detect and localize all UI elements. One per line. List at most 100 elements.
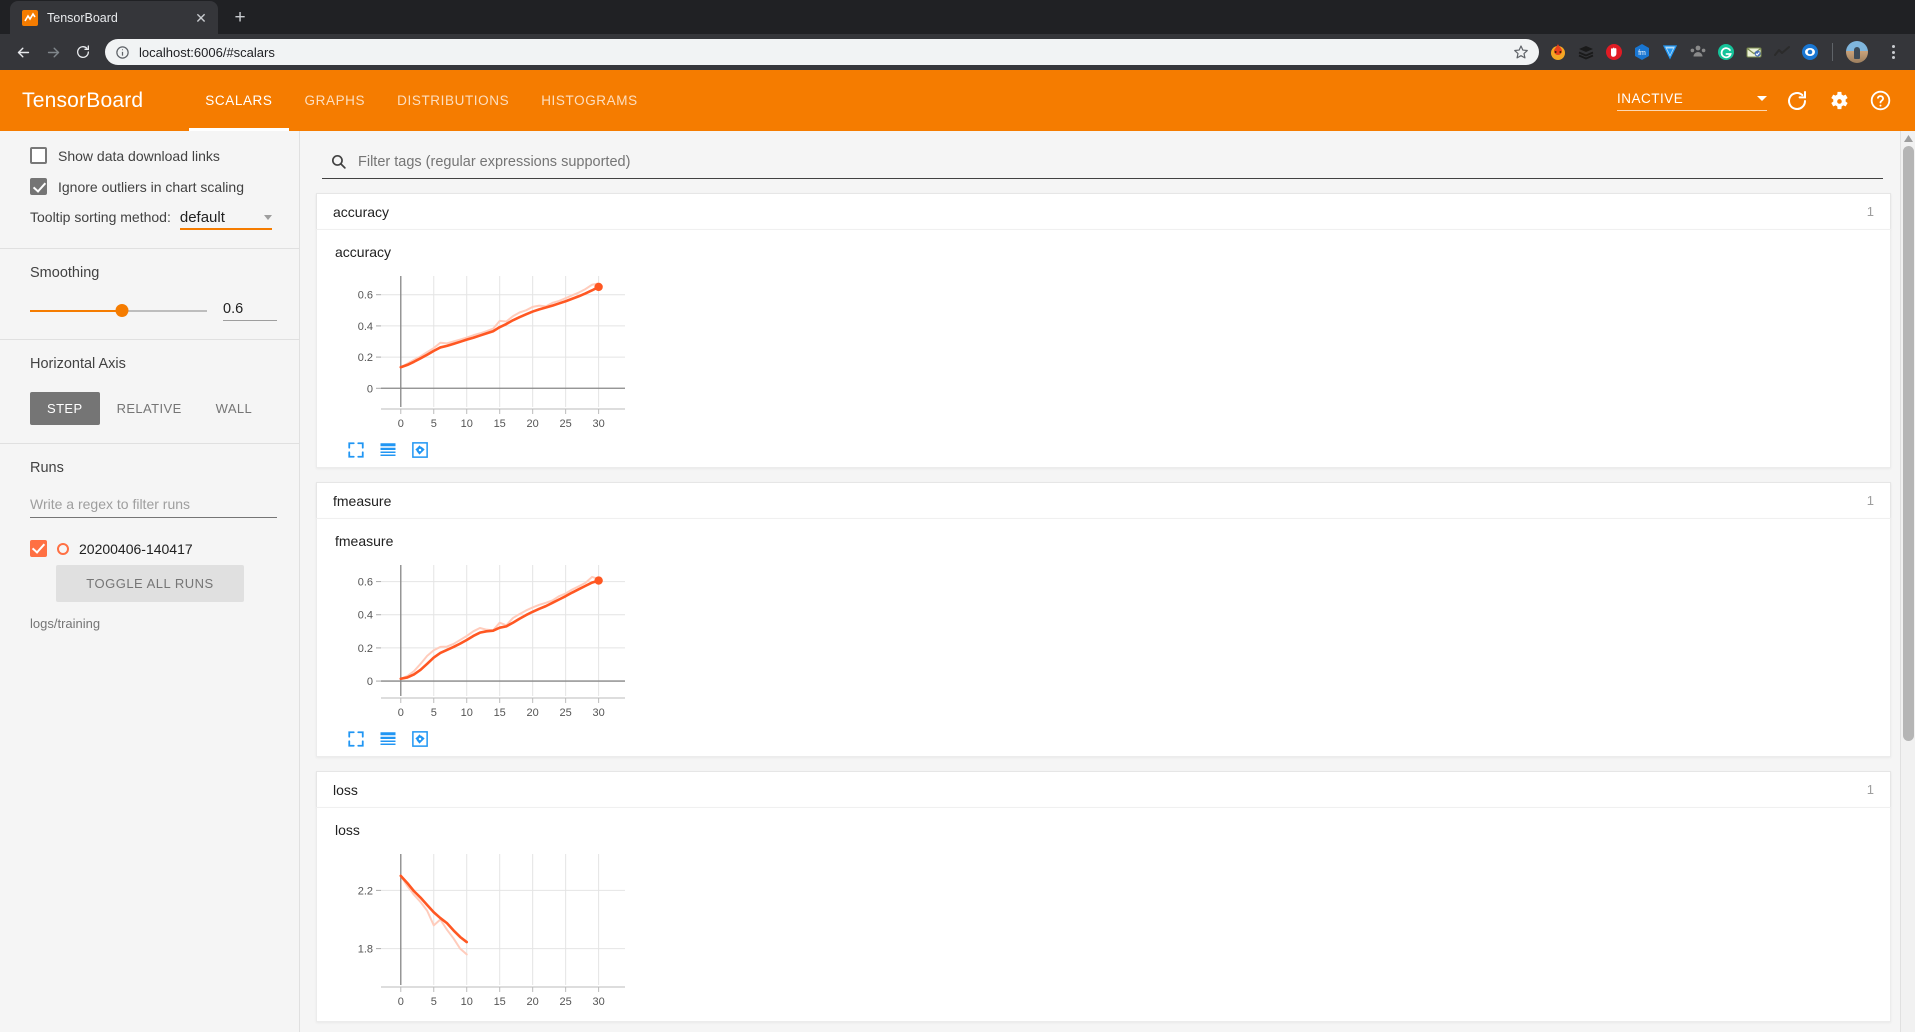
main-content: Filter tags (regular expressions support… (300, 131, 1915, 1032)
svg-text:10: 10 (461, 418, 473, 430)
ignore-outliers-row[interactable]: Ignore outliers in chart scaling (30, 178, 277, 195)
bookmark-star-icon[interactable] (1513, 44, 1529, 60)
svg-text:30: 30 (592, 707, 604, 719)
svg-text:20: 20 (527, 996, 539, 1008)
line-chart-loss[interactable]: 1.8 2.2 0 5 10 15 20 25 30 (333, 848, 633, 1013)
fit-domain-icon[interactable] (411, 730, 429, 748)
extension-shield-icon[interactable] (1661, 43, 1679, 61)
fullscreen-expand-icon[interactable] (347, 441, 365, 459)
extension-fm-icon[interactable]: fm (1633, 43, 1651, 61)
tag-filter-bar[interactable]: Filter tags (regular expressions support… (322, 139, 1883, 179)
ignore-outliers-label: Ignore outliers in chart scaling (58, 178, 244, 195)
slider-thumb[interactable] (115, 304, 129, 317)
svg-text:15: 15 (494, 418, 506, 430)
svg-text:15: 15 (494, 707, 506, 719)
logdir-path: logs/training (30, 616, 101, 631)
svg-text:0: 0 (398, 707, 404, 719)
runs-filter-input[interactable]: Write a regex to filter runs (30, 496, 277, 518)
browser-menu-icon[interactable] (1882, 41, 1904, 63)
tag-group-fmeasure: fmeasure 1 fmeasure 0 0.2 0.4 0.6 0 5 10 15 20 25… (314, 482, 1893, 757)
refresh-icon[interactable] (1785, 89, 1809, 113)
chevron-down-icon (1757, 95, 1767, 101)
group-body: fmeasure 0 0.2 0.4 0.6 0 5 10 15 20 25 30 (316, 518, 1891, 757)
line-chart-fmeasure[interactable]: 0 0.2 0.4 0.6 0 5 10 15 20 25 30 (333, 559, 633, 724)
svg-text:0.4: 0.4 (358, 321, 373, 333)
runs-title: Runs (30, 460, 64, 476)
tab-scalars[interactable]: SCALARS (189, 70, 289, 131)
svg-text:fm: fm (1638, 50, 1646, 57)
axis-option-step[interactable]: STEP (30, 392, 100, 425)
chart-card-accuracy: accuracy 0 0.2 0.4 0.6 0 5 10 15 20 25 30 (317, 244, 1890, 459)
browser-tab[interactable]: TensorBoard ✕ (10, 1, 218, 34)
close-icon[interactable]: ✕ (192, 9, 210, 27)
svg-text:25: 25 (560, 418, 572, 430)
scrollbar-thumb[interactable] (1903, 146, 1914, 741)
run-checkbox[interactable] (30, 540, 47, 557)
group-count: 1 (1866, 204, 1874, 219)
back-arrow-icon[interactable] (9, 38, 37, 66)
group-header[interactable]: accuracy 1 (316, 193, 1891, 229)
browser-toolbar: localhost:6006/#scalars fm (0, 34, 1915, 70)
extension-flame-icon[interactable] (1549, 43, 1567, 61)
vertical-scrollbar[interactable] (1900, 131, 1915, 1032)
extension-stack-icon[interactable] (1577, 43, 1595, 61)
profile-avatar[interactable] (1846, 41, 1868, 63)
extension-grammarly-icon[interactable] (1717, 43, 1735, 61)
tooltip-sorting-label: Tooltip sorting method: (30, 209, 171, 225)
site-info-icon[interactable] (115, 45, 130, 60)
group-header[interactable]: fmeasure 1 (316, 482, 1891, 518)
svg-text:20: 20 (527, 707, 539, 719)
group-count: 1 (1866, 782, 1874, 797)
forward-arrow-icon (39, 38, 67, 66)
fullscreen-expand-icon[interactable] (347, 730, 365, 748)
address-bar[interactable]: localhost:6006/#scalars (105, 39, 1539, 65)
svg-text:0.4: 0.4 (358, 610, 373, 622)
svg-text:20: 20 (527, 418, 539, 430)
reload-mode-select[interactable]: INACTIVE (1617, 91, 1767, 111)
line-chart-accuracy[interactable]: 0 0.2 0.4 0.6 0 5 10 15 20 25 30 (333, 270, 633, 435)
axis-option-wall[interactable]: WALL (199, 392, 270, 425)
toggle-all-runs-button[interactable]: TOGGLE ALL RUNS (56, 565, 244, 602)
tab-distributions[interactable]: DISTRIBUTIONS (381, 70, 525, 131)
new-tab-button[interactable]: + (226, 4, 254, 32)
tab-histograms[interactable]: HISTOGRAMS (525, 70, 654, 131)
group-title: fmeasure (333, 492, 392, 509)
help-circle-icon[interactable] (1869, 89, 1893, 113)
smoothing-value-input[interactable]: 0.6 (223, 301, 277, 321)
tooltip-sorting-select[interactable]: default (179, 209, 272, 230)
data-table-icon[interactable] (379, 730, 397, 748)
smoothing-slider[interactable] (30, 304, 207, 318)
show-download-links-row[interactable]: Show data download links (30, 147, 277, 164)
group-header[interactable]: loss 1 (316, 771, 1891, 807)
header-actions: INACTIVE (1617, 89, 1893, 113)
reload-icon[interactable] (69, 38, 97, 66)
run-item[interactable]: 20200406-140417 (30, 540, 277, 557)
run-name: 20200406-140417 (79, 540, 193, 557)
data-table-icon[interactable] (379, 441, 397, 459)
extension-wave-icon[interactable] (1773, 43, 1791, 61)
horizontal-axis-title: Horizontal Axis (30, 356, 126, 372)
ignore-outliers-checkbox[interactable] (30, 178, 47, 195)
extension-eye-icon[interactable] (1801, 43, 1819, 61)
sidebar-runs-section: Runs Write a regex to filter runs 202004… (0, 444, 299, 649)
tag-filter-input[interactable]: Filter tags (regular expressions support… (358, 154, 630, 170)
show-download-links-label: Show data download links (58, 147, 220, 164)
show-download-links-checkbox[interactable] (30, 147, 47, 164)
svg-text:15: 15 (494, 996, 506, 1008)
svg-text:5: 5 (431, 418, 437, 430)
chart-toolbar (333, 724, 1890, 748)
scroll-up-arrow-icon[interactable] (1901, 131, 1915, 146)
chart-card-fmeasure: fmeasure 0 0.2 0.4 0.6 0 5 10 15 20 25 30 (317, 533, 1890, 748)
extension-stophand-icon[interactable] (1605, 43, 1623, 61)
tooltip-sorting-value: default (179, 209, 225, 226)
smoothing-row: 0.6 (30, 301, 277, 321)
extension-mail-icon[interactable] (1745, 43, 1763, 61)
extension-people-icon[interactable] (1689, 43, 1707, 61)
slider-fill (30, 310, 123, 312)
fit-domain-icon[interactable] (411, 441, 429, 459)
svg-text:25: 25 (560, 707, 572, 719)
axis-option-relative[interactable]: RELATIVE (100, 392, 199, 425)
tab-graphs[interactable]: GRAPHS (289, 70, 382, 131)
app-body: Show data download links Ignore outliers… (0, 131, 1915, 1032)
gear-icon[interactable] (1827, 89, 1851, 113)
